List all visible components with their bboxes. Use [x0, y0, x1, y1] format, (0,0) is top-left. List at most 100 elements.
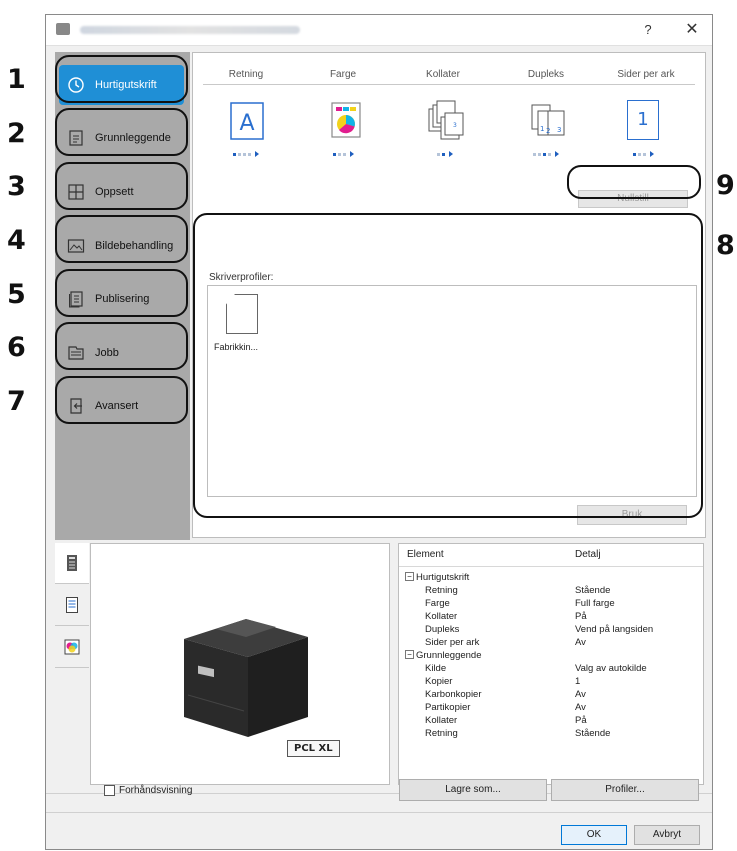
pages-icon	[69, 291, 83, 308]
sidebar-item-bildebehandling[interactable]: Bildebehandling	[59, 226, 184, 266]
summary-value: På	[575, 611, 587, 622]
callout-8: 8	[716, 230, 735, 261]
sidebar-item-label: Bildebehandling	[95, 240, 174, 252]
collate-slider[interactable]	[437, 151, 453, 157]
sidebar: Hurtigutskrift Grunnleggende Oppsett Bil…	[55, 52, 190, 540]
summary-value: Stående	[575, 585, 611, 596]
summary-value: På	[575, 715, 587, 726]
settings-summary: Element Detalj − Hurtigutskrift Retning Stå…	[398, 543, 704, 785]
summary-row[interactable]: Retning Stående	[399, 585, 703, 598]
collate-icon[interactable]: 3	[423, 99, 467, 143]
duplex-slider[interactable]	[533, 151, 559, 157]
callout-1: 1	[7, 64, 26, 95]
profiles-button[interactable]: Profiler...	[551, 779, 699, 801]
summary-key: − Hurtigutskrift	[405, 571, 469, 583]
sidebar-item-oppsett[interactable]: Oppsett	[59, 172, 184, 212]
summary-value: Av	[575, 637, 586, 648]
ok-button[interactable]: OK	[561, 825, 627, 845]
sidebar-item-hurtigutskrift[interactable]: Hurtigutskrift	[59, 65, 184, 105]
column-detail: Detalj	[575, 549, 601, 560]
summary-value: Stående	[575, 728, 611, 739]
svg-text:2: 2	[546, 127, 550, 135]
tab-printer-preview[interactable]	[55, 543, 89, 584]
summary-group-row[interactable]: − Grunnleggende	[399, 649, 703, 663]
tab-color-preview[interactable]	[55, 627, 89, 668]
preview-checkbox[interactable]	[104, 785, 115, 796]
summary-key-text: Retning	[425, 728, 458, 739]
advanced-icon	[70, 398, 82, 414]
orientation-portrait-icon[interactable]: A	[225, 99, 269, 143]
tab-page-preview[interactable]	[55, 585, 89, 626]
summary-key: Sider per ark	[425, 637, 479, 648]
callout-6: 6	[7, 332, 26, 363]
summary-row[interactable]: Partikopier Av	[399, 702, 703, 715]
summary-value: Full farge	[575, 598, 615, 609]
summary-value: Av	[575, 689, 586, 700]
summary-row[interactable]: Karbonkopier Av	[399, 689, 703, 702]
job-stack-icon	[68, 346, 84, 360]
summary-key: Dupleks	[425, 624, 459, 635]
page-tab-icon	[66, 597, 78, 613]
sidebar-item-grunnleggende[interactable]: Grunnleggende	[59, 118, 184, 158]
svg-text:1: 1	[540, 125, 544, 133]
summary-row[interactable]: Kollater På	[399, 715, 703, 728]
summary-key-text: Kilde	[425, 663, 447, 674]
summary-row[interactable]: Kollater På	[399, 611, 703, 624]
column-sider-per-ark: Sider per ark	[617, 69, 675, 80]
help-button[interactable]: ?	[636, 19, 660, 41]
summary-key: − Grunnleggende	[405, 649, 482, 661]
collapse-toggle-icon[interactable]: −	[405, 649, 414, 659]
profile-item-factory[interactable]: Fabrikkin...	[214, 294, 270, 352]
reset-button[interactable]: Nullstill	[578, 190, 688, 208]
layout-grid-icon	[68, 184, 84, 200]
svg-text:A: A	[239, 111, 254, 136]
pages-per-sheet-icon[interactable]: 1	[627, 100, 659, 140]
preview-area: PCL XL Element Detalj − Hurtigutskrift Ret…	[55, 543, 705, 786]
callout-7: 7	[7, 386, 26, 417]
pages-per-sheet-slider[interactable]	[633, 151, 654, 157]
sidebar-item-publisering[interactable]: Publisering	[59, 279, 184, 319]
save-as-button[interactable]: Lagre som...	[399, 779, 547, 801]
summary-key-text: Partikopier	[425, 702, 471, 713]
column-farge: Farge	[329, 69, 357, 80]
profile-item-label: Fabrikkin...	[214, 342, 259, 352]
summary-row[interactable]: Kopier 1	[399, 676, 703, 689]
color-mode-icon[interactable]	[324, 99, 368, 143]
color-tab-icon	[64, 639, 80, 655]
header-divider	[203, 84, 695, 85]
column-element: Element	[407, 549, 444, 560]
cancel-button[interactable]: Avbryt	[634, 825, 700, 845]
callout-4: 4	[7, 225, 26, 256]
summary-row[interactable]: Farge Full farge	[399, 598, 703, 611]
summary-row[interactable]: Sider per ark Av	[399, 637, 703, 650]
pcl-xl-badge: PCL XL	[287, 740, 340, 757]
summary-key: Karbonkopier	[425, 689, 482, 700]
summary-key-text: Grunnleggende	[416, 650, 482, 661]
svg-text:3: 3	[453, 122, 457, 129]
summary-group-row[interactable]: − Hurtigutskrift	[399, 571, 703, 585]
footer-separator	[46, 812, 712, 813]
printer-image	[184, 619, 308, 737]
summary-row[interactable]: Retning Stående	[399, 728, 703, 741]
callout-3: 3	[7, 171, 26, 202]
clock-icon	[68, 77, 84, 93]
sidebar-item-label: Jobb	[95, 347, 119, 359]
summary-row[interactable]: Dupleks Vend på langsiden	[399, 624, 703, 637]
summary-key-text: Kollater	[425, 715, 458, 726]
apply-button[interactable]: Bruk	[577, 505, 687, 525]
close-button[interactable]: ✕	[680, 19, 704, 41]
document-icon	[69, 130, 83, 146]
sidebar-item-avansert[interactable]: Avansert	[59, 386, 184, 426]
summary-row[interactable]: Kilde Valg av autokilde	[399, 663, 703, 676]
printer-tab-icon	[67, 555, 77, 571]
column-dupleks: Dupleks	[527, 69, 565, 80]
preview-checkbox-label: Forhåndsvisning	[119, 785, 193, 796]
color-slider[interactable]	[333, 151, 354, 157]
summary-key: Kopier	[425, 676, 452, 687]
column-kollater: Kollater	[426, 69, 460, 80]
column-retning: Retning	[228, 69, 264, 80]
duplex-icon[interactable]: 1 2 3	[526, 99, 570, 143]
orientation-slider[interactable]	[233, 151, 259, 157]
sidebar-item-jobb[interactable]: Jobb	[59, 333, 184, 373]
collapse-toggle-icon[interactable]: −	[405, 571, 414, 581]
